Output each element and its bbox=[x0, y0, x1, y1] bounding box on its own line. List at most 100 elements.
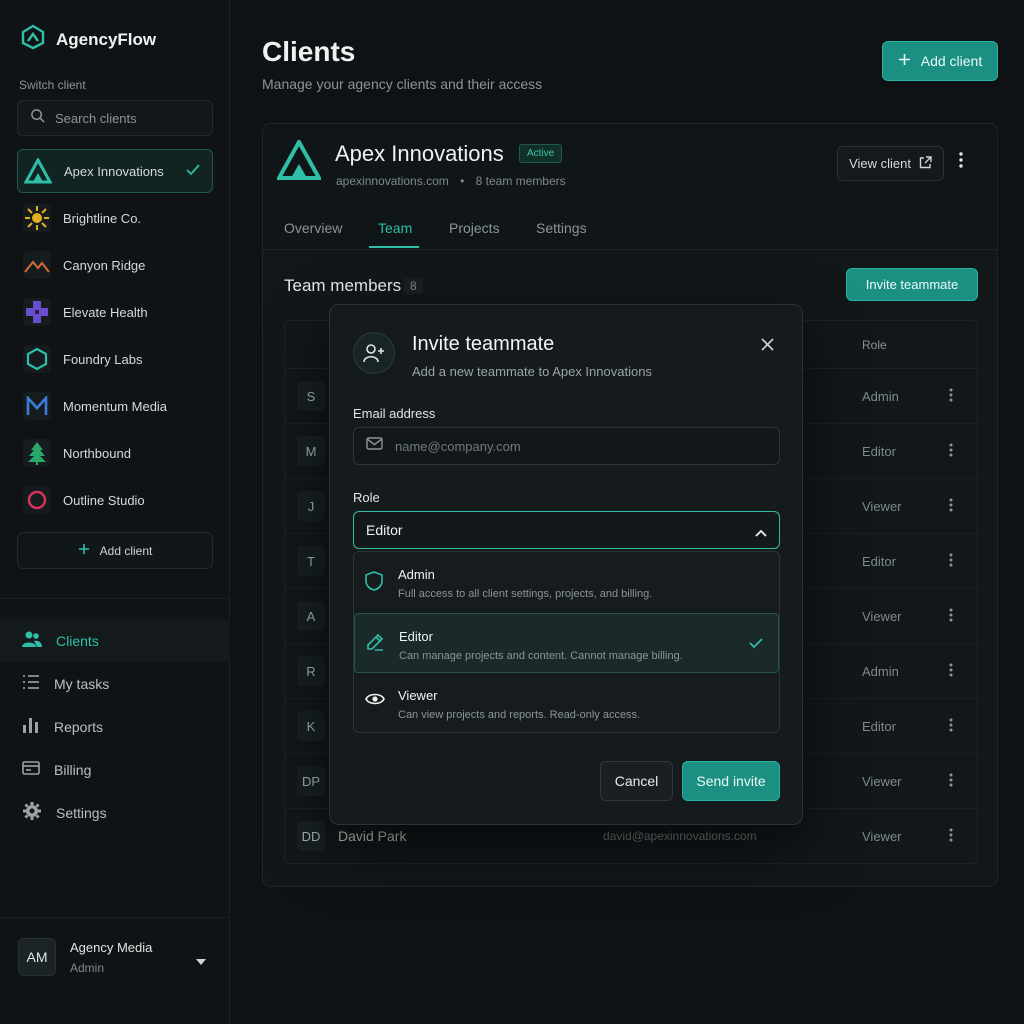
client-item-canyon-ridge[interactable]: Canyon Ridge bbox=[17, 243, 213, 287]
row-more-icon[interactable] bbox=[949, 608, 953, 627]
hexagon-logo-icon bbox=[23, 345, 51, 373]
nav-item-my-tasks[interactable]: My tasks bbox=[0, 662, 230, 705]
client-domain: apexinnovations.com bbox=[336, 174, 449, 188]
role-label: Role bbox=[353, 490, 380, 505]
nav-item-clients[interactable]: Clients bbox=[0, 619, 230, 662]
row-more-icon[interactable] bbox=[949, 828, 953, 847]
tab-team[interactable]: Team bbox=[378, 220, 412, 236]
client-item-apex-innovations[interactable]: Apex Innovations bbox=[17, 149, 213, 193]
row-avatar: J bbox=[297, 491, 325, 521]
caret-down-icon[interactable] bbox=[196, 952, 206, 970]
row-more-icon[interactable] bbox=[949, 553, 953, 572]
option-description: Can view projects and reports. Read-only… bbox=[398, 709, 641, 721]
row-role: Viewer bbox=[862, 774, 902, 789]
invite-teammate-button[interactable]: Invite teammate bbox=[846, 268, 978, 301]
client-item-momentum-media[interactable]: Momentum Media bbox=[17, 384, 213, 428]
ring-logo-icon bbox=[23, 486, 51, 514]
mail-icon bbox=[366, 437, 383, 455]
client-item-foundry-labs[interactable]: Foundry Labs bbox=[17, 337, 213, 381]
role-dropdown: Admin Full access to all client settings… bbox=[353, 551, 780, 733]
client-name: Canyon Ridge bbox=[63, 257, 146, 273]
client-item-outline-studio[interactable]: Outline Studio bbox=[17, 478, 213, 522]
tab-settings[interactable]: Settings bbox=[536, 220, 587, 236]
role-option-viewer[interactable]: Viewer Can view projects and reports. Re… bbox=[354, 673, 779, 732]
client-item-northbound[interactable]: Northbound bbox=[17, 431, 213, 475]
row-avatar: A bbox=[297, 601, 325, 631]
status-badge: Active bbox=[519, 144, 563, 163]
option-title: Viewer bbox=[398, 688, 438, 703]
more-options-icon[interactable] bbox=[959, 152, 963, 173]
shield-icon bbox=[365, 571, 383, 596]
sidebar-add-client-button[interactable]: Add client bbox=[17, 532, 213, 569]
team-members-title: Team members bbox=[284, 276, 402, 295]
add-client-button[interactable]: Add client bbox=[882, 41, 998, 81]
agencyflow-logo-icon bbox=[20, 24, 46, 55]
client-title: Apex Innovations bbox=[335, 141, 504, 166]
row-more-icon[interactable] bbox=[949, 773, 953, 792]
send-invite-button[interactable]: Send invite bbox=[682, 761, 780, 801]
row-more-icon[interactable] bbox=[949, 443, 953, 462]
row-email: david@apexinnovations.com bbox=[603, 829, 757, 843]
nav-label: Settings bbox=[56, 804, 107, 821]
cancel-button[interactable]: Cancel bbox=[600, 761, 673, 801]
users-icon bbox=[22, 630, 42, 651]
tree-logo-icon bbox=[23, 439, 51, 467]
row-role: Viewer bbox=[862, 609, 902, 624]
role-selected-value: Editor bbox=[366, 522, 403, 538]
bar-chart-icon bbox=[22, 716, 40, 737]
role-option-editor[interactable]: Editor Can manage projects and content. … bbox=[354, 613, 779, 673]
email-input[interactable] bbox=[395, 438, 765, 454]
row-avatar: T bbox=[297, 546, 325, 576]
sidebar-divider bbox=[0, 917, 230, 918]
email-field[interactable] bbox=[353, 427, 780, 465]
m-logo-icon bbox=[23, 392, 51, 420]
modal-title: Invite teammate bbox=[412, 333, 555, 355]
list-icon bbox=[22, 674, 40, 693]
client-item-elevate-health[interactable]: Elevate Health bbox=[17, 290, 213, 334]
client-name: Momentum Media bbox=[63, 398, 168, 414]
row-role: Editor bbox=[862, 554, 896, 569]
search-input[interactable] bbox=[55, 110, 205, 126]
client-name: Apex Innovations bbox=[64, 163, 164, 179]
email-label: Email address bbox=[353, 406, 436, 421]
view-client-button[interactable]: View client bbox=[837, 146, 944, 181]
add-client-label: Add client bbox=[99, 543, 153, 558]
brand[interactable]: AgencyFlow bbox=[20, 24, 156, 55]
client-meta: apexinnovations.com • 8 team members bbox=[336, 174, 566, 188]
tab-projects[interactable]: Projects bbox=[449, 220, 500, 236]
page-subtitle: Manage your agency clients and their acc… bbox=[262, 76, 543, 92]
option-title: Admin bbox=[398, 567, 435, 582]
row-more-icon[interactable] bbox=[949, 663, 953, 682]
client-search[interactable] bbox=[17, 100, 213, 136]
avatar: AM bbox=[18, 938, 56, 976]
page-title: Clients bbox=[262, 36, 356, 67]
cross-logo-icon bbox=[23, 298, 51, 326]
nav-item-settings[interactable]: Settings bbox=[0, 791, 230, 834]
user-menu[interactable]: AM Agency Media Admin bbox=[18, 938, 206, 976]
role-select[interactable]: Editor bbox=[353, 511, 780, 549]
row-role: Editor bbox=[862, 444, 896, 459]
row-more-icon[interactable] bbox=[949, 718, 953, 737]
plus-icon bbox=[898, 53, 911, 69]
nav-item-billing[interactable]: Billing bbox=[0, 748, 230, 791]
row-more-icon[interactable] bbox=[949, 388, 953, 407]
apex-logo-icon bbox=[275, 137, 323, 185]
close-icon[interactable] bbox=[761, 338, 774, 356]
option-description: Full access to all client settings, proj… bbox=[398, 588, 653, 600]
tab-overview[interactable]: Overview bbox=[284, 220, 342, 236]
row-role: Admin bbox=[862, 664, 899, 679]
option-title: Editor bbox=[399, 629, 433, 644]
row-more-icon[interactable] bbox=[949, 498, 953, 517]
client-name: Foundry Labs bbox=[63, 351, 143, 367]
check-icon bbox=[186, 164, 200, 179]
option-description: Can manage projects and content. Cannot … bbox=[399, 650, 683, 662]
row-name: David Park bbox=[338, 828, 407, 844]
team-count-badge: 8 bbox=[404, 278, 423, 294]
client-members: 8 team members bbox=[475, 174, 566, 188]
client-item-brightline[interactable]: Brightline Co. bbox=[17, 196, 213, 240]
plus-icon bbox=[78, 543, 90, 558]
chevron-up-icon bbox=[755, 524, 767, 540]
nav-item-reports[interactable]: Reports bbox=[0, 705, 230, 748]
role-column-header: Role bbox=[862, 338, 887, 352]
role-option-admin[interactable]: Admin Full access to all client settings… bbox=[354, 552, 779, 612]
